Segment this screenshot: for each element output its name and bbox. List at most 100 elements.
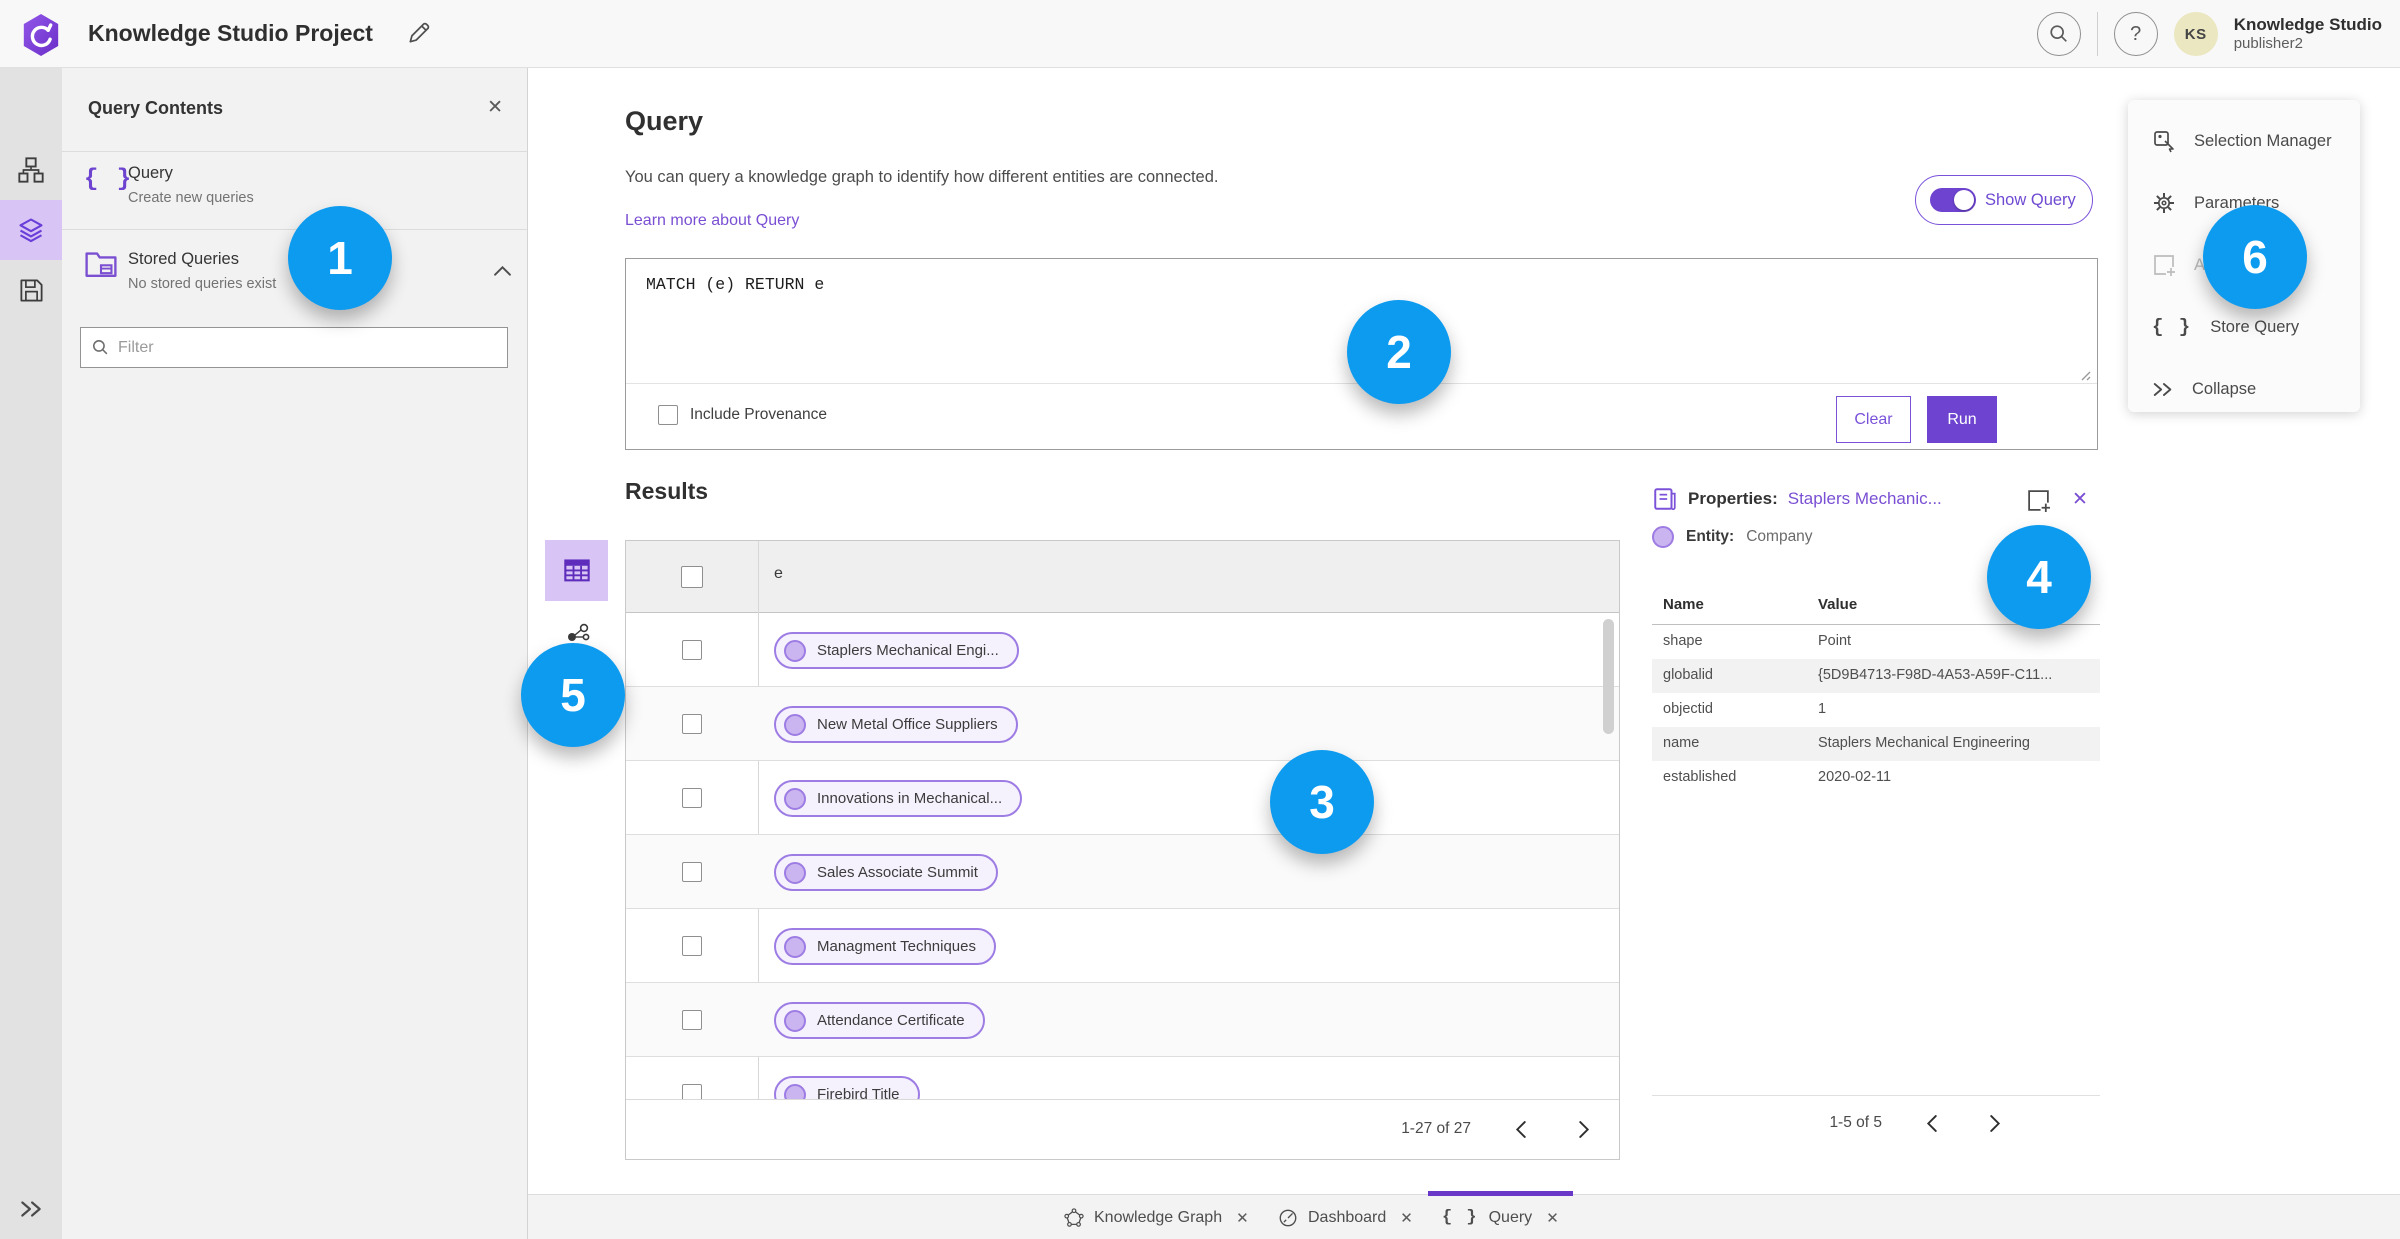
avatar[interactable]: KS — [2173, 12, 2218, 56]
tab-knowledge-graph[interactable]: Knowledge Graph ✕ — [1050, 1195, 1263, 1239]
app-logo-icon[interactable] — [20, 12, 62, 58]
property-row[interactable]: objectid 1 — [1652, 693, 2100, 727]
menu-item-label: Collapse — [2192, 379, 2257, 398]
double-chevron-right-icon — [21, 1201, 41, 1217]
row-checkbox[interactable] — [682, 936, 702, 956]
item-subtitle: No stored queries exist — [128, 276, 277, 292]
table-row: Staplers Mechanical Engi... — [626, 613, 1619, 687]
close-tab-icon[interactable]: ✕ — [1236, 1209, 1249, 1227]
edit-title-icon[interactable] — [406, 20, 434, 48]
table-row: Sales Associate Summit — [626, 835, 1619, 909]
page-title: Query — [625, 106, 704, 136]
entity-label: Entity: — [1686, 528, 1735, 545]
row-checkbox[interactable] — [682, 1010, 702, 1030]
table-row: Firebird Title — [626, 1057, 1619, 1100]
property-row[interactable]: name Staplers Mechanical Engineering — [1652, 727, 2100, 761]
properties-entity-link[interactable]: Staplers Mechanic... — [1788, 489, 1942, 509]
property-row[interactable]: shape Point — [1652, 625, 2100, 659]
tab-query-active[interactable]: { } Query ✕ — [1428, 1191, 1573, 1239]
learn-more-link[interactable]: Learn more about Query — [625, 212, 799, 230]
previous-page-button[interactable] — [1916, 1108, 1946, 1138]
entity-pill[interactable]: Sales Associate Summit — [774, 854, 998, 891]
dashboard-icon — [1279, 1209, 1297, 1226]
entity-label: New Metal Office Suppliers — [817, 716, 998, 733]
user-info[interactable]: Knowledge Studio publisher2 — [2234, 15, 2382, 53]
property-row[interactable]: established 2020-02-11 — [1652, 761, 2100, 795]
table-view-button[interactable] — [545, 540, 608, 601]
collapse-section-icon[interactable] — [494, 266, 511, 276]
layers-icon — [19, 218, 43, 243]
toggle-label: Show Query — [1985, 190, 2076, 209]
table-row: New Metal Office Suppliers — [626, 687, 1619, 761]
entity-label: Innovations in Mechanical... — [817, 790, 1003, 807]
help-button[interactable]: ? — [2113, 12, 2158, 56]
chevron-left-icon — [1515, 1120, 1526, 1138]
rail-item-save[interactable] — [0, 260, 62, 320]
menu-item-collapse[interactable]: Collapse — [2128, 358, 2360, 420]
toggle-switch[interactable] — [1930, 188, 1976, 212]
rail-item-contents[interactable] — [0, 200, 62, 260]
table-row: Innovations in Mechanical... — [626, 761, 1619, 835]
expand-rail-button[interactable] — [0, 1189, 62, 1229]
include-provenance-checkbox[interactable] — [658, 405, 678, 425]
stored-queries-filter — [80, 327, 508, 368]
entity-dot-icon — [784, 787, 806, 810]
entity-label: Firebird Title — [817, 1086, 900, 1100]
previous-page-button[interactable] — [1505, 1114, 1535, 1144]
row-checkbox[interactable] — [682, 714, 702, 734]
include-provenance-option[interactable]: Include Provenance — [658, 405, 827, 425]
pagination-range: 1-5 of 5 — [1829, 1114, 1882, 1131]
annotation-circle-2: 2 — [1347, 300, 1451, 404]
toggle-knob — [1954, 190, 1974, 210]
sidebar-item-query[interactable]: { } Query Create new queries — [62, 152, 527, 230]
entity-pill[interactable]: New Metal Office Suppliers — [774, 706, 1018, 743]
table-row: Managment Techniques — [626, 909, 1619, 983]
results-title: Results — [625, 478, 709, 504]
query-description: You can query a knowledge graph to ident… — [625, 168, 1219, 186]
clear-button[interactable]: Clear — [1836, 396, 1911, 443]
select-all-checkbox[interactable] — [681, 566, 703, 588]
rail-item-link-chart[interactable] — [0, 140, 62, 200]
entity-label: Attendance Certificate — [817, 1012, 965, 1029]
project-title: Knowledge Studio Project — [88, 20, 373, 46]
filter-input[interactable] — [118, 338, 497, 357]
property-name: globalid — [1663, 667, 1713, 683]
entity-pill[interactable]: Managment Techniques — [774, 928, 996, 965]
tab-dashboard[interactable]: Dashboard ✕ — [1264, 1195, 1427, 1239]
chevron-left-icon — [1926, 1114, 1937, 1132]
next-page-button[interactable] — [1569, 1114, 1599, 1144]
item-label: Query — [128, 164, 173, 182]
menu-item-selection-manager[interactable]: Selection Manager — [2128, 110, 2360, 172]
properties-label: Properties: — [1688, 489, 1778, 508]
entity-pill[interactable]: Staplers Mechanical Engi... — [774, 632, 1019, 669]
add-to-new-icon[interactable] — [2026, 488, 2051, 513]
close-tab-icon[interactable]: ✕ — [1546, 1209, 1559, 1227]
entity-dot-icon — [784, 1083, 806, 1100]
close-properties-icon[interactable]: ✕ — [2072, 488, 2088, 511]
run-button[interactable]: Run — [1927, 396, 1997, 443]
row-checkbox[interactable] — [682, 1084, 702, 1100]
results-table-footer: 1-27 of 27 — [626, 1099, 1619, 1159]
row-checkbox[interactable] — [682, 640, 702, 660]
next-page-button[interactable] — [1980, 1108, 2010, 1138]
row-checkbox[interactable] — [682, 862, 702, 882]
show-query-toggle[interactable]: Show Query — [1915, 175, 2093, 225]
search-button[interactable] — [2036, 12, 2081, 56]
row-checkbox[interactable] — [682, 788, 702, 808]
results-pagination: 1-27 of 27 — [1401, 1114, 1599, 1144]
close-tab-icon[interactable]: ✕ — [1400, 1209, 1413, 1227]
selection-manager-icon — [2154, 131, 2174, 153]
braces-icon: { } — [84, 166, 134, 193]
property-row[interactable]: globalid {5D9B4713-F98D-4A53-A59F-C11... — [1652, 659, 2100, 693]
query-code-input[interactable]: MATCH (e) RETURN e — [646, 275, 824, 294]
resize-grip-icon[interactable] — [2077, 367, 2091, 381]
entity-pill[interactable]: Firebird Title — [774, 1076, 920, 1100]
link-chart-small-icon — [568, 623, 590, 641]
property-value: {5D9B4713-F98D-4A53-A59F-C11... — [1818, 667, 2053, 683]
item-subtitle: Create new queries — [128, 190, 254, 206]
entity-pill[interactable]: Attendance Certificate — [774, 1002, 985, 1039]
scrollbar-thumb[interactable] — [1603, 619, 1614, 734]
entity-pill[interactable]: Innovations in Mechanical... — [774, 780, 1023, 817]
item-label: Stored Queries — [128, 250, 239, 268]
close-panel-icon[interactable]: ✕ — [487, 96, 503, 119]
